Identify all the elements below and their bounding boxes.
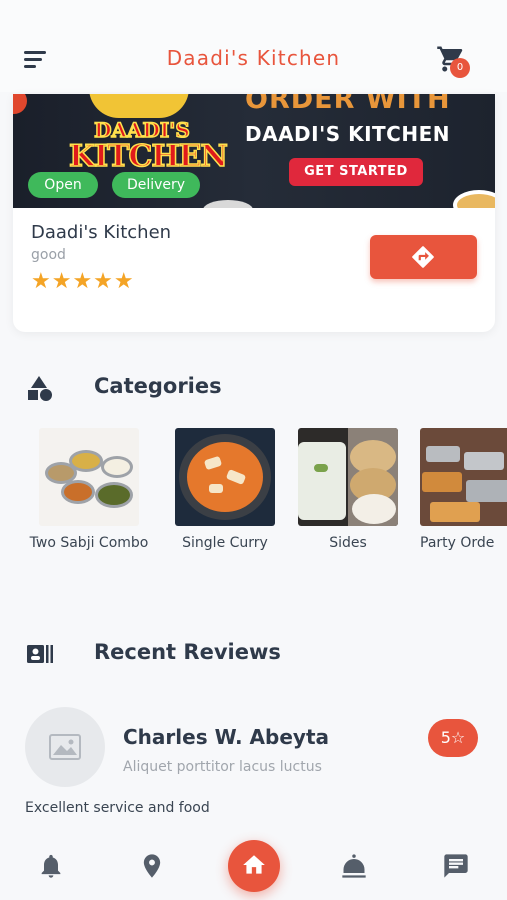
categories-title: Categories [94, 374, 222, 398]
category-label: Party Orde [420, 535, 495, 551]
image-placeholder-icon [49, 734, 81, 760]
category-image [175, 428, 275, 526]
category-image [420, 428, 507, 526]
logo-text-bottom: KITCHEN [68, 139, 228, 174]
category-item[interactable]: Sides [297, 428, 399, 551]
app-header: Daadi's Kitchen 0 [0, 0, 507, 92]
nav-notifications[interactable] [37, 852, 67, 882]
get-started-button[interactable]: GET STARTED [289, 158, 423, 186]
logo-text-top: DAADI'S [93, 118, 190, 142]
bottom-navigation [0, 838, 507, 900]
review-score-badge: 5☆ [428, 719, 478, 757]
nav-menu[interactable] [340, 852, 370, 882]
category-item[interactable]: Party Orde [420, 428, 507, 551]
nav-location[interactable] [138, 852, 168, 882]
category-image [39, 428, 139, 526]
promo-heading: ORDER WITH [245, 94, 451, 115]
bell-icon [41, 854, 61, 878]
category-label: Two Sabji Combo [29, 535, 149, 551]
category-item[interactable]: Single Curry [169, 428, 281, 551]
restaurant-card[interactable]: DAADI'S KITCHEN ORDER WITH DAADI'S KITCH… [13, 94, 495, 332]
restaurant-tagline: good [31, 247, 66, 263]
page-title: Daadi's Kitchen [166, 46, 341, 70]
location-pin-icon [143, 854, 161, 878]
shapes-icon [28, 376, 52, 401]
promo-subheading: DAADI'S KITCHEN [245, 122, 450, 146]
plate-decoration [203, 200, 253, 208]
reviews-icon [27, 645, 53, 663]
dish-icon [342, 854, 366, 878]
nav-messages[interactable] [442, 852, 472, 882]
review-text: Excellent service and food [25, 800, 210, 816]
cart-button[interactable]: 0 [436, 44, 472, 78]
reviews-title: Recent Reviews [94, 640, 281, 664]
rating-stars: ★★★★★ [31, 269, 135, 294]
category-item[interactable]: Two Sabji Combo [25, 428, 153, 551]
chat-icon [444, 854, 468, 878]
chef-illustration [89, 94, 189, 118]
category-label: Sides [329, 535, 367, 551]
restaurant-name: Daadi's Kitchen [31, 222, 172, 243]
category-image [298, 428, 398, 526]
category-label: Single Curry [182, 535, 268, 551]
delivery-badge: Delivery [112, 172, 200, 198]
directions-icon [412, 246, 434, 268]
cart-count-badge: 0 [450, 58, 470, 78]
reviewer-name: Charles W. Abeyta [123, 725, 330, 749]
tomato-decoration [13, 94, 27, 114]
open-status-badge: Open [28, 172, 98, 198]
home-icon [243, 855, 265, 874]
nav-home[interactable] [228, 840, 280, 892]
dish-decoration [453, 190, 495, 208]
restaurant-banner: DAADI'S KITCHEN ORDER WITH DAADI'S KITCH… [13, 94, 495, 208]
review-subtitle: Aliquet porttitor lacus luctus [123, 759, 322, 775]
directions-button[interactable] [370, 235, 477, 279]
avatar [25, 707, 105, 787]
